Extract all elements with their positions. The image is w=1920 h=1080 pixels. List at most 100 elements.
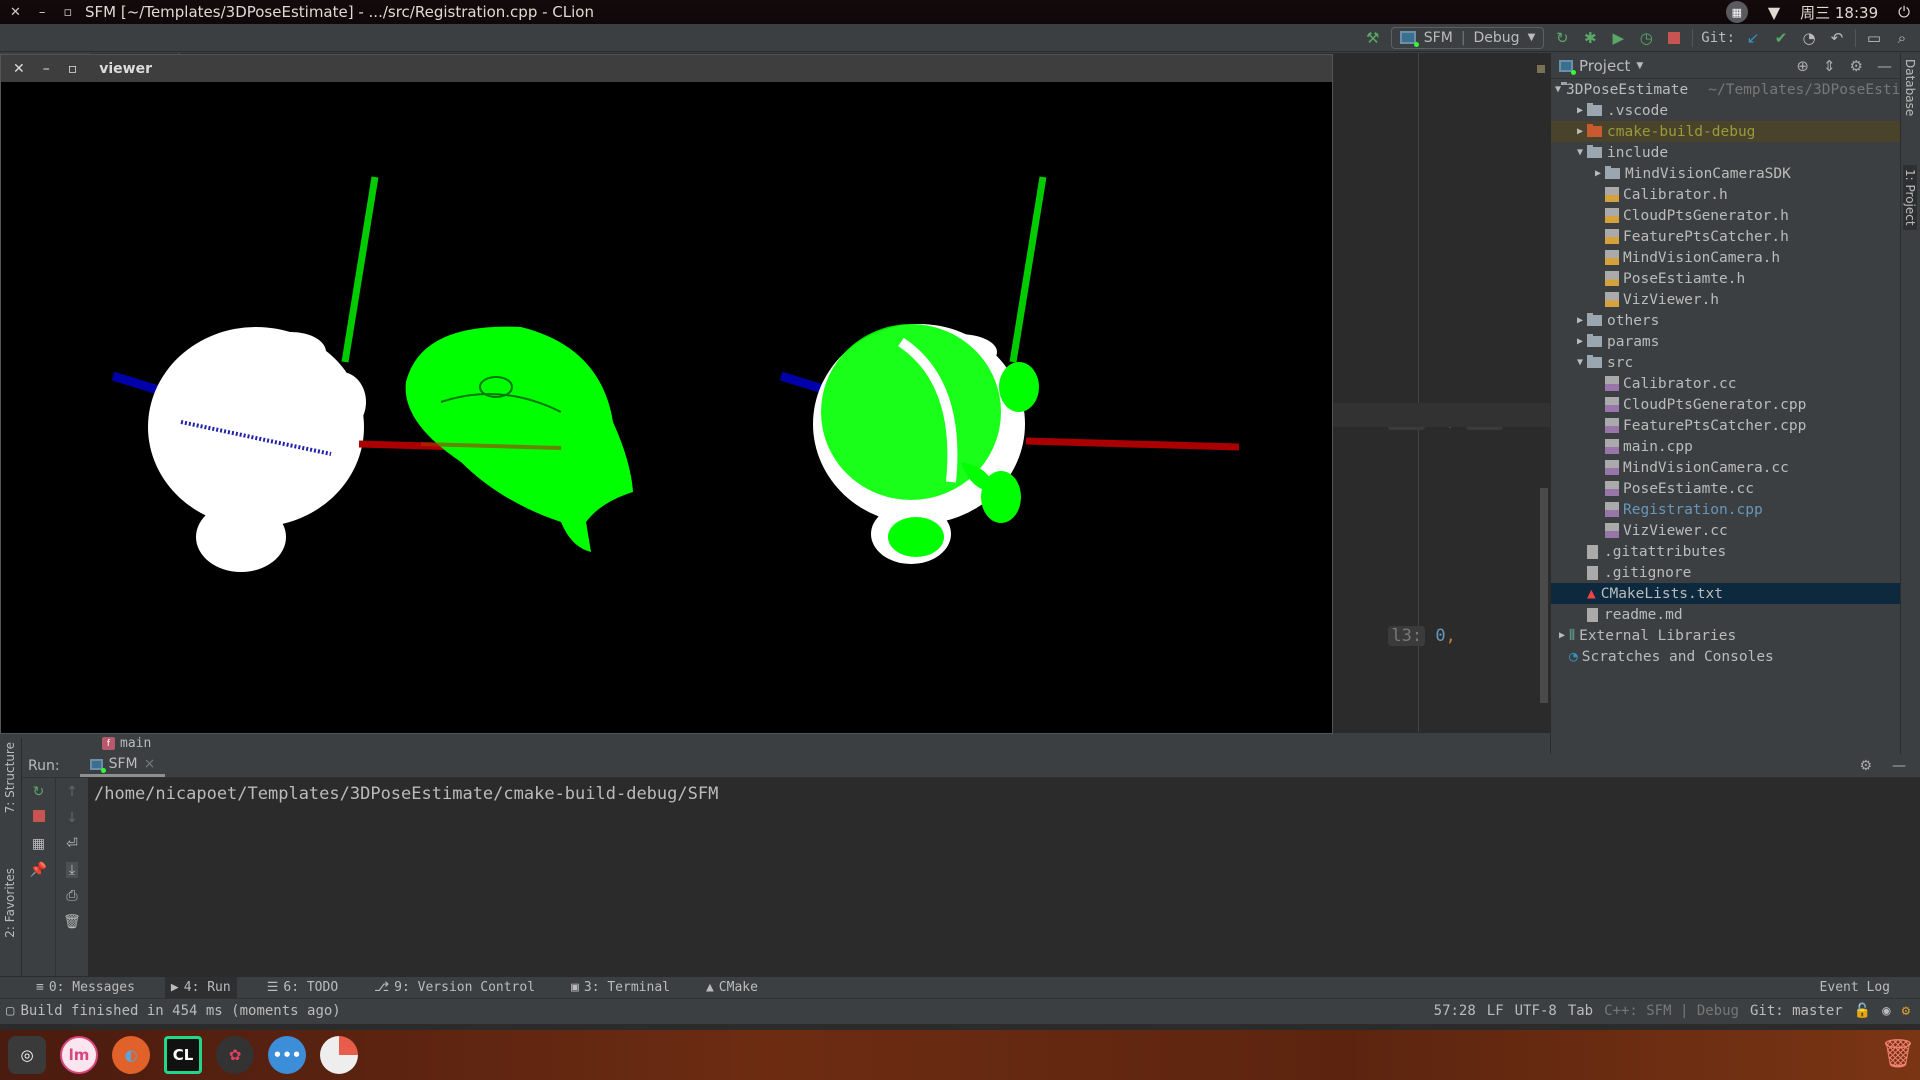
lm-app-icon[interactable]: lm (60, 1036, 98, 1074)
close-tab-icon[interactable]: × (144, 756, 156, 772)
tree-item[interactable]: FeaturePtsCatcher.cpp (1551, 415, 1900, 436)
tree-item[interactable]: ▼ src (1551, 352, 1900, 373)
point-cloud-scene[interactable] (1, 82, 1332, 733)
tree-item[interactable]: readme.md (1551, 604, 1900, 625)
ubuntu-icon[interactable]: ◎ (8, 1036, 46, 1074)
git-history-icon[interactable]: ◔ (1799, 28, 1819, 48)
bottom-tab[interactable]: ▣ 3: Terminal (565, 977, 676, 998)
tree-item[interactable]: ▶ MindVisionCameraSDK (1551, 163, 1900, 184)
tree-item[interactable]: VizViewer.cc (1551, 520, 1900, 541)
close-icon[interactable]: ✕ (13, 61, 25, 77)
indent-setting[interactable]: Tab (1568, 1003, 1593, 1019)
run-with-coverage-icon[interactable]: ▶ (1608, 28, 1628, 48)
clock[interactable]: 周三 18:39 (1800, 2, 1878, 23)
editor-scrollbar[interactable] (1540, 488, 1548, 703)
console-output[interactable]: /home/nicapoet/Templates/3DPoseEstimate/… (94, 784, 718, 804)
tree-item[interactable]: MindVisionCamera.cc (1551, 457, 1900, 478)
arrow-down-icon[interactable]: ↓ (66, 810, 78, 826)
tree-item[interactable]: Registration.cpp (1551, 499, 1900, 520)
chevron-right-icon[interactable]: ▶ (1573, 105, 1587, 116)
profile-icon[interactable]: ◷ (1636, 28, 1656, 48)
hide-panel-icon[interactable]: — (1877, 57, 1892, 75)
breadcrumb-function[interactable]: main (120, 736, 151, 751)
minimize-icon[interactable]: – (43, 61, 50, 77)
tree-item[interactable]: CloudPtsGenerator.h (1551, 205, 1900, 226)
close-icon[interactable]: ✕ (10, 5, 21, 20)
viewer-window[interactable]: ✕ – ▫ viewer (0, 54, 1333, 734)
notifications-gear-icon[interactable]: ⚙ (1902, 1003, 1910, 1019)
chevron-down-icon[interactable]: ▼ (1555, 84, 1561, 95)
tree-item[interactable]: ▼ include (1551, 142, 1900, 163)
chevron-right-icon[interactable]: ▶ (1591, 168, 1605, 179)
trash-icon[interactable]: 🗑 (63, 914, 81, 930)
structure-side-tab[interactable]: 7: Structure (3, 742, 17, 813)
event-log-button[interactable]: Event Log (1820, 980, 1920, 995)
terminal-window-icon[interactable]: ▭ (1864, 28, 1884, 48)
tree-item[interactable]: ▶ params (1551, 331, 1900, 352)
run-tab-sfm[interactable]: SFM × (79, 754, 166, 777)
pie-app-icon[interactable] (320, 1036, 358, 1074)
tree-item[interactable]: MindVisionCamera.h (1551, 247, 1900, 268)
tree-item[interactable]: ▼ 3DPoseEstimate ~/Templates/3DPoseEsti (1551, 79, 1900, 100)
project-view-label[interactable]: Project (1579, 57, 1630, 75)
bottom-tab[interactable]: ⎇ 9: Version Control (368, 977, 541, 998)
chevron-right-icon[interactable]: ▶ (1573, 336, 1587, 347)
debug-bug-icon[interactable]: ✱ (1580, 28, 1600, 48)
tree-item[interactable]: Calibrator.cc (1551, 373, 1900, 394)
status-toggle-icon[interactable]: ▢ (6, 1003, 14, 1019)
tree-item[interactable]: FeaturePtsCatcher.h (1551, 226, 1900, 247)
tree-item[interactable]: PoseEstiamte.h (1551, 268, 1900, 289)
tree-item[interactable]: ▶ cmake-build-debug (1551, 121, 1900, 142)
status-message[interactable]: ▢ Build finished in 454 ms (moments ago) (0, 1003, 341, 1019)
tree-item[interactable]: ◔ Scratches and Consoles (1551, 646, 1900, 667)
project-side-tab[interactable]: 1: Project (1903, 165, 1917, 230)
tree-item[interactable]: ▶ others (1551, 310, 1900, 331)
line-separator[interactable]: LF (1487, 1003, 1504, 1019)
stop-icon[interactable] (1664, 28, 1684, 48)
minimize-icon[interactable]: – (39, 5, 46, 20)
build-hammer-icon[interactable]: ⚒ (1363, 28, 1383, 48)
git-commit-icon[interactable]: ✔ (1771, 28, 1791, 48)
chevron-right-icon[interactable]: ▶ (1555, 630, 1569, 641)
hide-panel-icon[interactable]: — (1892, 758, 1906, 774)
scroll-to-end-icon[interactable]: ⤓ (65, 862, 79, 878)
pin-icon[interactable]: 📌 (30, 862, 47, 878)
collapse-all-icon[interactable]: ⇕ (1823, 57, 1836, 75)
clion-icon[interactable]: CL (164, 1036, 202, 1074)
caret-position[interactable]: 57:28 (1434, 1003, 1476, 1019)
chevron-down-icon[interactable]: ▼ (1573, 357, 1587, 368)
arrow-up-icon[interactable]: ↑ (66, 784, 78, 800)
tree-item[interactable]: ▶ ⫴ External Libraries (1551, 625, 1900, 646)
gear-icon[interactable]: ⚙ (1859, 758, 1872, 774)
trash-icon[interactable]: 🗑 (1880, 1037, 1916, 1070)
tree-item[interactable]: .gitattributes (1551, 541, 1900, 562)
search-icon[interactable]: ⌕ (1892, 28, 1912, 48)
lock-icon[interactable]: 🔓 (1854, 1003, 1871, 1019)
print-icon[interactable]: ⎙ (66, 888, 77, 904)
layout-icon[interactable]: ▦ (32, 836, 45, 852)
bottom-tab[interactable]: ▲ CMake (700, 977, 764, 998)
soft-wrap-icon[interactable]: ⏎ (66, 836, 78, 852)
tree-item[interactable]: ▶ .vscode (1551, 100, 1900, 121)
locate-file-icon[interactable]: ⊕ (1796, 57, 1809, 75)
bottom-tab[interactable]: ☰ 6: TODO (261, 977, 344, 998)
viewer-titlebar[interactable]: ✕ – ▫ viewer (1, 55, 1332, 82)
git-update-icon[interactable]: ↙ (1743, 28, 1763, 48)
tree-item[interactable]: ▲ CMakeLists.txt (1551, 583, 1900, 604)
settings-icon[interactable]: ✿ (216, 1036, 254, 1074)
favorites-side-tab[interactable]: 2: Favorites (3, 868, 17, 938)
tree-item[interactable]: Calibrator.h (1551, 184, 1900, 205)
run-configuration-select[interactable]: SFM | Debug ▼ (1390, 26, 1545, 49)
gear-icon[interactable]: ⚙ (1850, 57, 1863, 75)
maximize-icon[interactable]: ▫ (68, 61, 78, 77)
git-branch[interactable]: Git: master (1750, 1003, 1843, 1019)
tree-item[interactable]: CloudPtsGenerator.cpp (1551, 394, 1900, 415)
git-rollback-icon[interactable]: ↶ (1827, 28, 1847, 48)
network-app-icon[interactable]: ▦ (1725, 1, 1748, 23)
chevron-down-icon[interactable]: ▼ (1573, 147, 1587, 158)
tree-item[interactable]: .gitignore (1551, 562, 1900, 583)
wifi-icon[interactable]: ▼ (1768, 3, 1780, 22)
tree-item[interactable]: main.cpp (1551, 436, 1900, 457)
chevron-right-icon[interactable]: ▶ (1573, 315, 1587, 326)
chevron-right-icon[interactable]: ▶ (1573, 126, 1587, 137)
